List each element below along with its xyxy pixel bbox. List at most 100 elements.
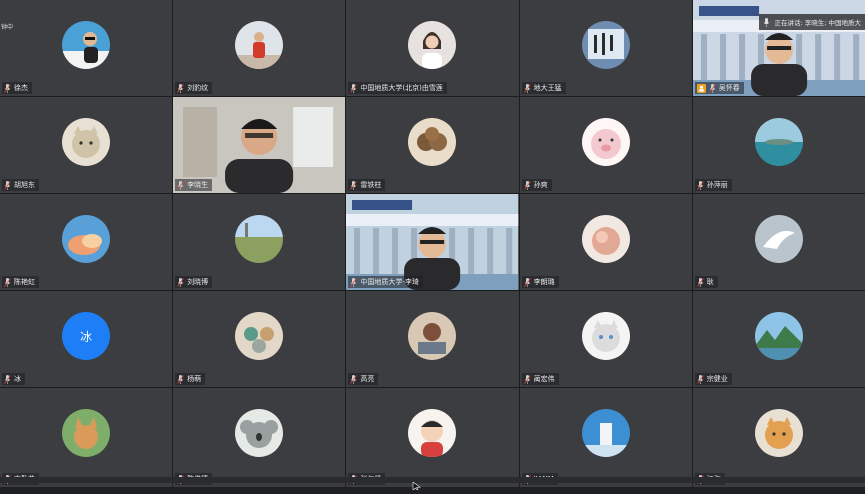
mic-muted-icon (177, 180, 185, 190)
participant-tile[interactable]: 文勤艾 (0, 388, 173, 487)
avatar (408, 312, 457, 360)
mic-muted-icon (696, 180, 704, 190)
participant-name: 陈艳虹 (14, 278, 35, 286)
participant-name: 徐杰 (14, 84, 28, 92)
participant-tile[interactable]: 孙爽 (519, 97, 692, 193)
avatar (235, 21, 284, 69)
mic-muted-icon (4, 180, 11, 190)
mic-muted-icon (350, 277, 358, 287)
avatar (62, 118, 111, 166)
participant-name: 杨萌 (187, 375, 202, 383)
speaking-icon (763, 17, 770, 27)
participant-tile[interactable]: 中国地质大学-李琦 (346, 194, 519, 290)
participant-tile[interactable]: 胡旭东 (0, 97, 173, 193)
mic-muted-icon (177, 83, 185, 93)
participant-tile[interactable]: 高亮 (346, 291, 519, 387)
participant-tile[interactable]: 冰冰 (0, 291, 173, 387)
speaking-indicator: 正在讲话: 李晓生; 中国地质大 (759, 14, 865, 30)
participant-nameplate: 冰 (2, 373, 25, 385)
participant-name: 刘晓博 (187, 278, 209, 286)
mic-muted-icon (696, 277, 704, 287)
participant-nameplate: 吴怀春 (694, 82, 744, 94)
participant-name: 李朗璐 (533, 278, 555, 286)
participant-nameplate: 地大王猛 (521, 82, 566, 94)
participant-nameplate: 徐杰 (2, 82, 32, 94)
participant-name: 胡旭东 (14, 181, 35, 189)
participant-name: 高亮 (360, 375, 375, 383)
avatar (754, 312, 803, 360)
participant-nameplate: 李朗璐 (521, 276, 559, 288)
participant-tile[interactable]: JIANM (519, 388, 692, 487)
participant-name: 中国地质大学-李琦 (360, 278, 419, 286)
mic-muted-icon (4, 374, 11, 384)
mic-muted-icon (177, 374, 185, 384)
participant-nameplate: 刘豹纹 (175, 82, 213, 94)
participant-name: 孙爽 (533, 181, 548, 189)
participant-name: 冰 (14, 375, 21, 383)
participant-nameplate: 陈艳虹 (2, 276, 39, 288)
participant-nameplate: 中国地质大学(北京)由雪莲 (348, 82, 447, 94)
avatar (581, 409, 630, 457)
participant-name: 雷铁柱 (360, 181, 382, 189)
participant-tile[interactable]: 宗健业 (692, 291, 865, 387)
mic-muted-icon (523, 374, 531, 384)
participant-name: 地大王猛 (533, 84, 562, 92)
participant-name: 蔺宏伟 (533, 375, 555, 383)
participant-tile[interactable]: 蔺宏伟 (519, 291, 692, 387)
participant-tile[interactable]: 刘豹纹 (173, 0, 346, 96)
avatar (235, 409, 284, 457)
video-grid: 徐杰 刘豹纹 中国地质大学(北京)由雪莲 地大王猛 吴怀春胡旭东 李晓生 雷铁柱 孙爽 孙萍… (0, 0, 865, 487)
mic-muted-icon (350, 83, 358, 93)
mouse-pointer-icon (412, 475, 422, 491)
host-icon (696, 83, 706, 93)
participant-tile[interactable]: 地大王猛 (519, 0, 692, 96)
participant-tile[interactable]: 陈俊德 (173, 388, 346, 487)
participant-name: 吴怀春 (718, 84, 740, 92)
participant-tile[interactable]: 耿 (692, 194, 865, 290)
participant-nameplate: 刘晓博 (175, 276, 213, 288)
avatar (581, 312, 630, 360)
participant-nameplate: 中国地质大学-李琦 (348, 276, 423, 288)
mic-muted-icon (696, 374, 704, 384)
participant-tile[interactable]: 李朗璐 (519, 194, 692, 290)
avatar (408, 118, 457, 166)
avatar (62, 21, 111, 69)
participant-nameplate: 胡旭东 (2, 179, 39, 191)
participant-tile[interactable]: 中国地质大学(北京)由雪莲 (346, 0, 519, 96)
avatar (235, 312, 284, 360)
avatar (408, 409, 457, 457)
participant-nameplate: 孙萍丽 (694, 179, 732, 191)
participant-tile[interactable]: 孙萍丽 (692, 97, 865, 193)
mic-muted-icon (523, 83, 531, 93)
participant-tile[interactable]: 江海 (692, 388, 865, 487)
avatar: 冰 (62, 312, 111, 360)
avatar (235, 215, 284, 263)
mic-muted-icon (708, 83, 716, 93)
participant-tile[interactable]: 陈艳虹 (0, 194, 173, 290)
avatar (581, 118, 630, 166)
participant-tile[interactable]: 杨萌 (173, 291, 346, 387)
participant-nameplate: 耿 (694, 276, 718, 288)
participant-name: 刘豹纹 (187, 84, 209, 92)
mic-muted-icon (523, 277, 531, 287)
participant-tile[interactable]: 刘晓博 (173, 194, 346, 290)
participant-nameplate: 雷铁柱 (348, 179, 386, 191)
mic-muted-icon (350, 374, 358, 384)
participant-tile[interactable]: 雷铁柱 (346, 97, 519, 193)
participant-nameplate: 蔺宏伟 (521, 373, 559, 385)
participant-name: 李晓生 (187, 181, 209, 189)
participant-nameplate: 杨萌 (175, 373, 206, 385)
avatar (62, 409, 111, 457)
participant-tile[interactable]: 张仁贤 (346, 388, 519, 487)
avatar (754, 409, 803, 457)
participant-tile[interactable]: 徐杰 (0, 0, 173, 96)
participant-tile[interactable]: 李晓生 (173, 97, 346, 193)
participant-name: 中国地质大学(北京)由雪莲 (360, 84, 443, 92)
bottom-toolbar[interactable] (0, 477, 865, 483)
avatar (581, 215, 630, 263)
avatar (62, 215, 111, 263)
participant-nameplate: 宗健业 (694, 373, 732, 385)
participant-name: 孙萍丽 (706, 181, 728, 189)
participant-nameplate: 李晓生 (175, 179, 213, 191)
mic-muted-icon (177, 277, 185, 287)
